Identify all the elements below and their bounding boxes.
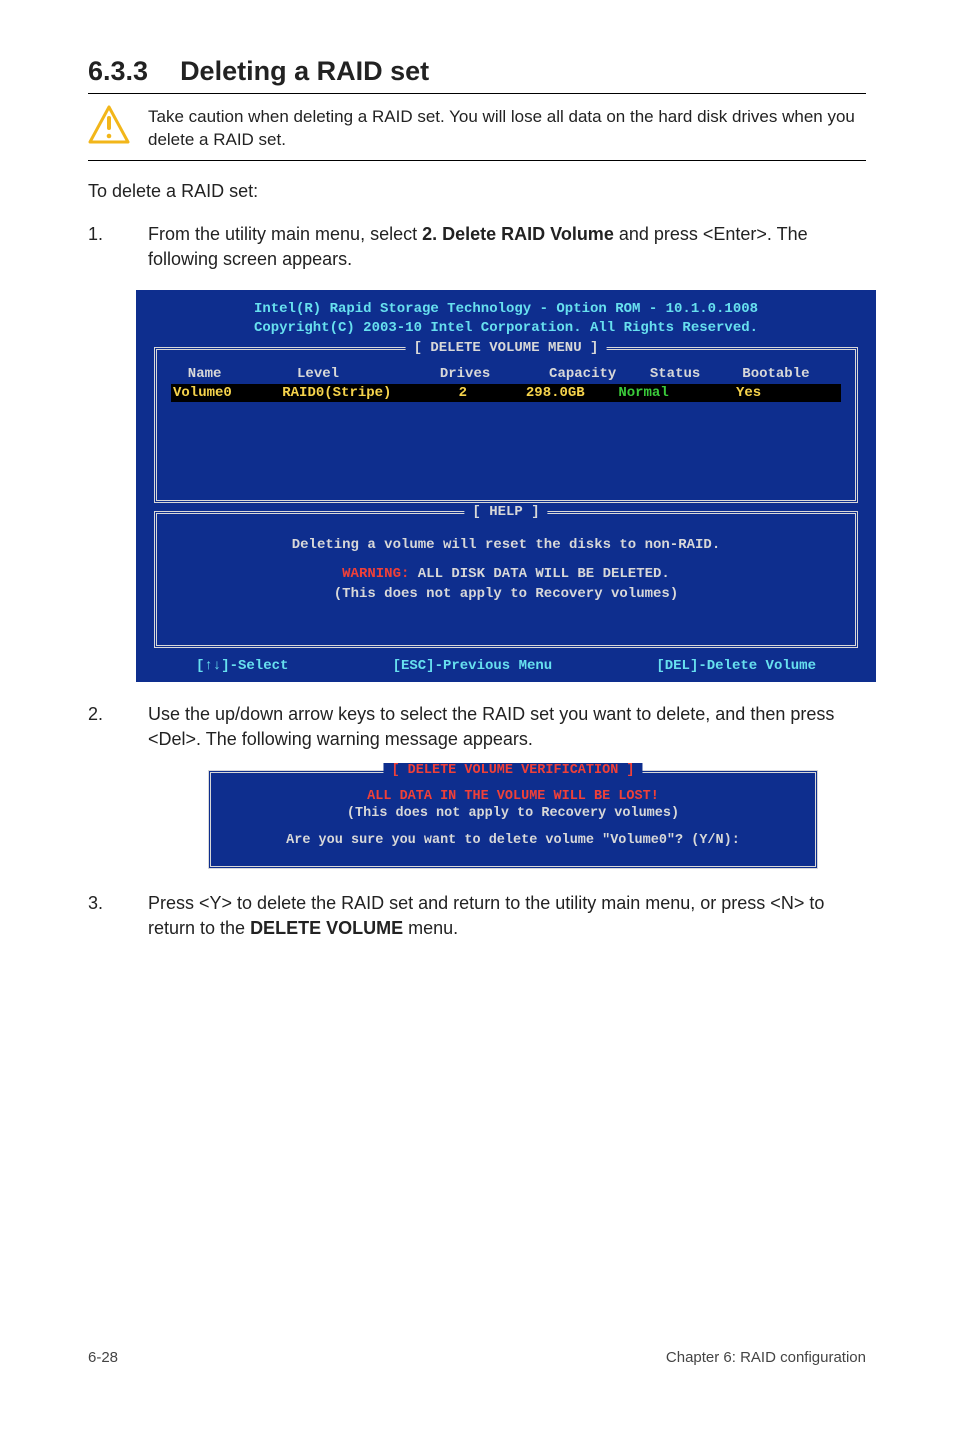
step-text: Use the up/down arrow keys to select the… <box>148 702 866 752</box>
bios-dialog-confirm-prompt[interactable]: Are you sure you want to delete volume "… <box>225 833 801 848</box>
chapter-label: Chapter 6: RAID configuration <box>666 1349 866 1366</box>
bios-header-line2: Copyright(C) 2003-10 Intel Corporation. … <box>254 320 758 336</box>
bios-delete-verification-dialog: [ DELETE VOLUME VERIFICATION ] ALL DATA … <box>208 770 818 869</box>
bios-header-line1: Intel(R) Rapid Storage Technology - Opti… <box>254 301 758 317</box>
bios-column-header: Name Level Drives Capacity Status Bootab… <box>171 366 841 382</box>
caution-text: Take caution when deleting a RAID set. Y… <box>148 104 866 152</box>
bios-header: Intel(R) Rapid Storage Technology - Opti… <box>136 300 876 336</box>
step-text: From the utility main menu, select 2. De… <box>148 222 866 272</box>
row-name: Volume0 <box>173 385 232 401</box>
step-number: 1. <box>88 222 116 272</box>
bios-help-caption: [ HELP ] <box>464 504 547 520</box>
step-number: 3. <box>88 891 116 941</box>
bios-key-delete[interactable]: [DEL]-Delete Volume <box>656 658 816 674</box>
step-text-bold: 2. Delete RAID Volume <box>422 224 614 244</box>
bios-dialog-wrap: [ DELETE VOLUME VERIFICATION ] ALL DATA … <box>208 770 818 869</box>
step-2: 2. Use the up/down arrow keys to select … <box>88 702 866 752</box>
section-title: Deleting a RAID set <box>180 56 429 87</box>
heading-rule-bottom <box>88 160 866 161</box>
bios-help-frame: [ HELP ] Deleting a volume will reset th… <box>154 511 858 648</box>
bios-screen-delete-menu: Intel(R) Rapid Storage Technology - Opti… <box>136 290 876 681</box>
bios-empty-space <box>171 402 841 472</box>
page-footer: 6-28 Chapter 6: RAID configuration <box>0 1341 954 1384</box>
step-3: 3. Press <Y> to delete the RAID set and … <box>88 891 866 941</box>
bios-key-escape[interactable]: [ESC]-Previous Menu <box>393 658 553 674</box>
row-drives: 2 <box>459 385 467 401</box>
row-level: RAID0(Stripe) <box>282 385 391 401</box>
step-text-pre: From the utility main menu, select <box>148 224 422 244</box>
bios-footer: [↑↓]-Select [ESC]-Previous Menu [DEL]-De… <box>136 658 876 674</box>
step-text: Press <Y> to delete the RAID set and ret… <box>148 891 866 941</box>
step-text-post: menu. <box>403 918 458 938</box>
step-text-bold: DELETE VOLUME <box>250 918 403 938</box>
heading-rule-top <box>88 93 866 94</box>
bios-help-warn: WARNING: ALL DISK DATA WILL BE DELETED. <box>171 565 841 585</box>
bios-warning-rest: ALL DISK DATA WILL BE DELETED. <box>409 566 669 582</box>
bios-help-line1: Deleting a volume will reset the disks t… <box>171 536 841 556</box>
warning-triangle-icon <box>88 104 130 146</box>
section-number: 6.3.3 <box>88 56 148 87</box>
row-capacity: 298.0GB <box>526 385 585 401</box>
page-number: 6-28 <box>88 1349 118 1366</box>
step-1: 1. From the utility main menu, select 2.… <box>88 222 866 272</box>
intro-text: To delete a RAID set: <box>88 179 866 204</box>
section-heading: 6.3.3 Deleting a RAID set <box>88 56 866 87</box>
caution-block: Take caution when deleting a RAID set. Y… <box>88 104 866 152</box>
bios-volume-row[interactable]: Volume0 RAID0(Stripe) 2 298.0GB Normal Y… <box>171 384 841 402</box>
bios-warning-label: WARNING: <box>342 566 409 582</box>
bios-dialog-recovery-note: (This does not apply to Recovery volumes… <box>225 806 801 821</box>
bios-dialog-lost-text: ALL DATA IN THE VOLUME WILL BE LOST! <box>225 789 801 804</box>
step-number: 2. <box>88 702 116 752</box>
bios-key-select[interactable]: [↑↓]-Select <box>196 658 288 674</box>
bios-dialog-caption: [ DELETE VOLUME VERIFICATION ] <box>383 763 642 778</box>
bios-delete-caption: [ DELETE VOLUME MENU ] <box>406 340 607 356</box>
bios-delete-volume-frame: [ DELETE VOLUME MENU ] Name Level Drives… <box>154 347 858 503</box>
row-status: Normal <box>618 385 668 401</box>
bios-help-line3: (This does not apply to Recovery volumes… <box>171 585 841 605</box>
row-bootable: Yes <box>736 385 761 401</box>
